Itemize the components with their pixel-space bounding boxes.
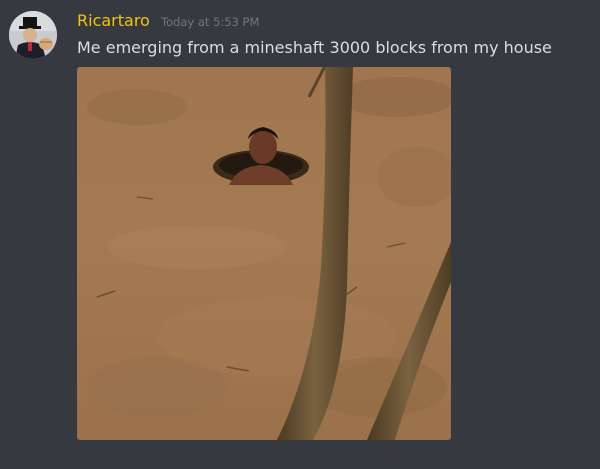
- image-attachment[interactable]: [77, 67, 451, 440]
- user-avatar-icon: [9, 11, 57, 59]
- message-header: Ricartaro Today at 5:53 PM: [77, 11, 259, 33]
- avatar[interactable]: [9, 11, 57, 59]
- message-content: Me emerging from a mineshaft 3000 blocks…: [77, 38, 552, 57]
- chat-message: Ricartaro Today at 5:53 PM Me emerging f…: [0, 0, 600, 469]
- timestamp[interactable]: Today at 5:53 PM: [161, 15, 259, 29]
- username[interactable]: Ricartaro: [77, 11, 150, 30]
- attachment-image: [77, 67, 451, 440]
